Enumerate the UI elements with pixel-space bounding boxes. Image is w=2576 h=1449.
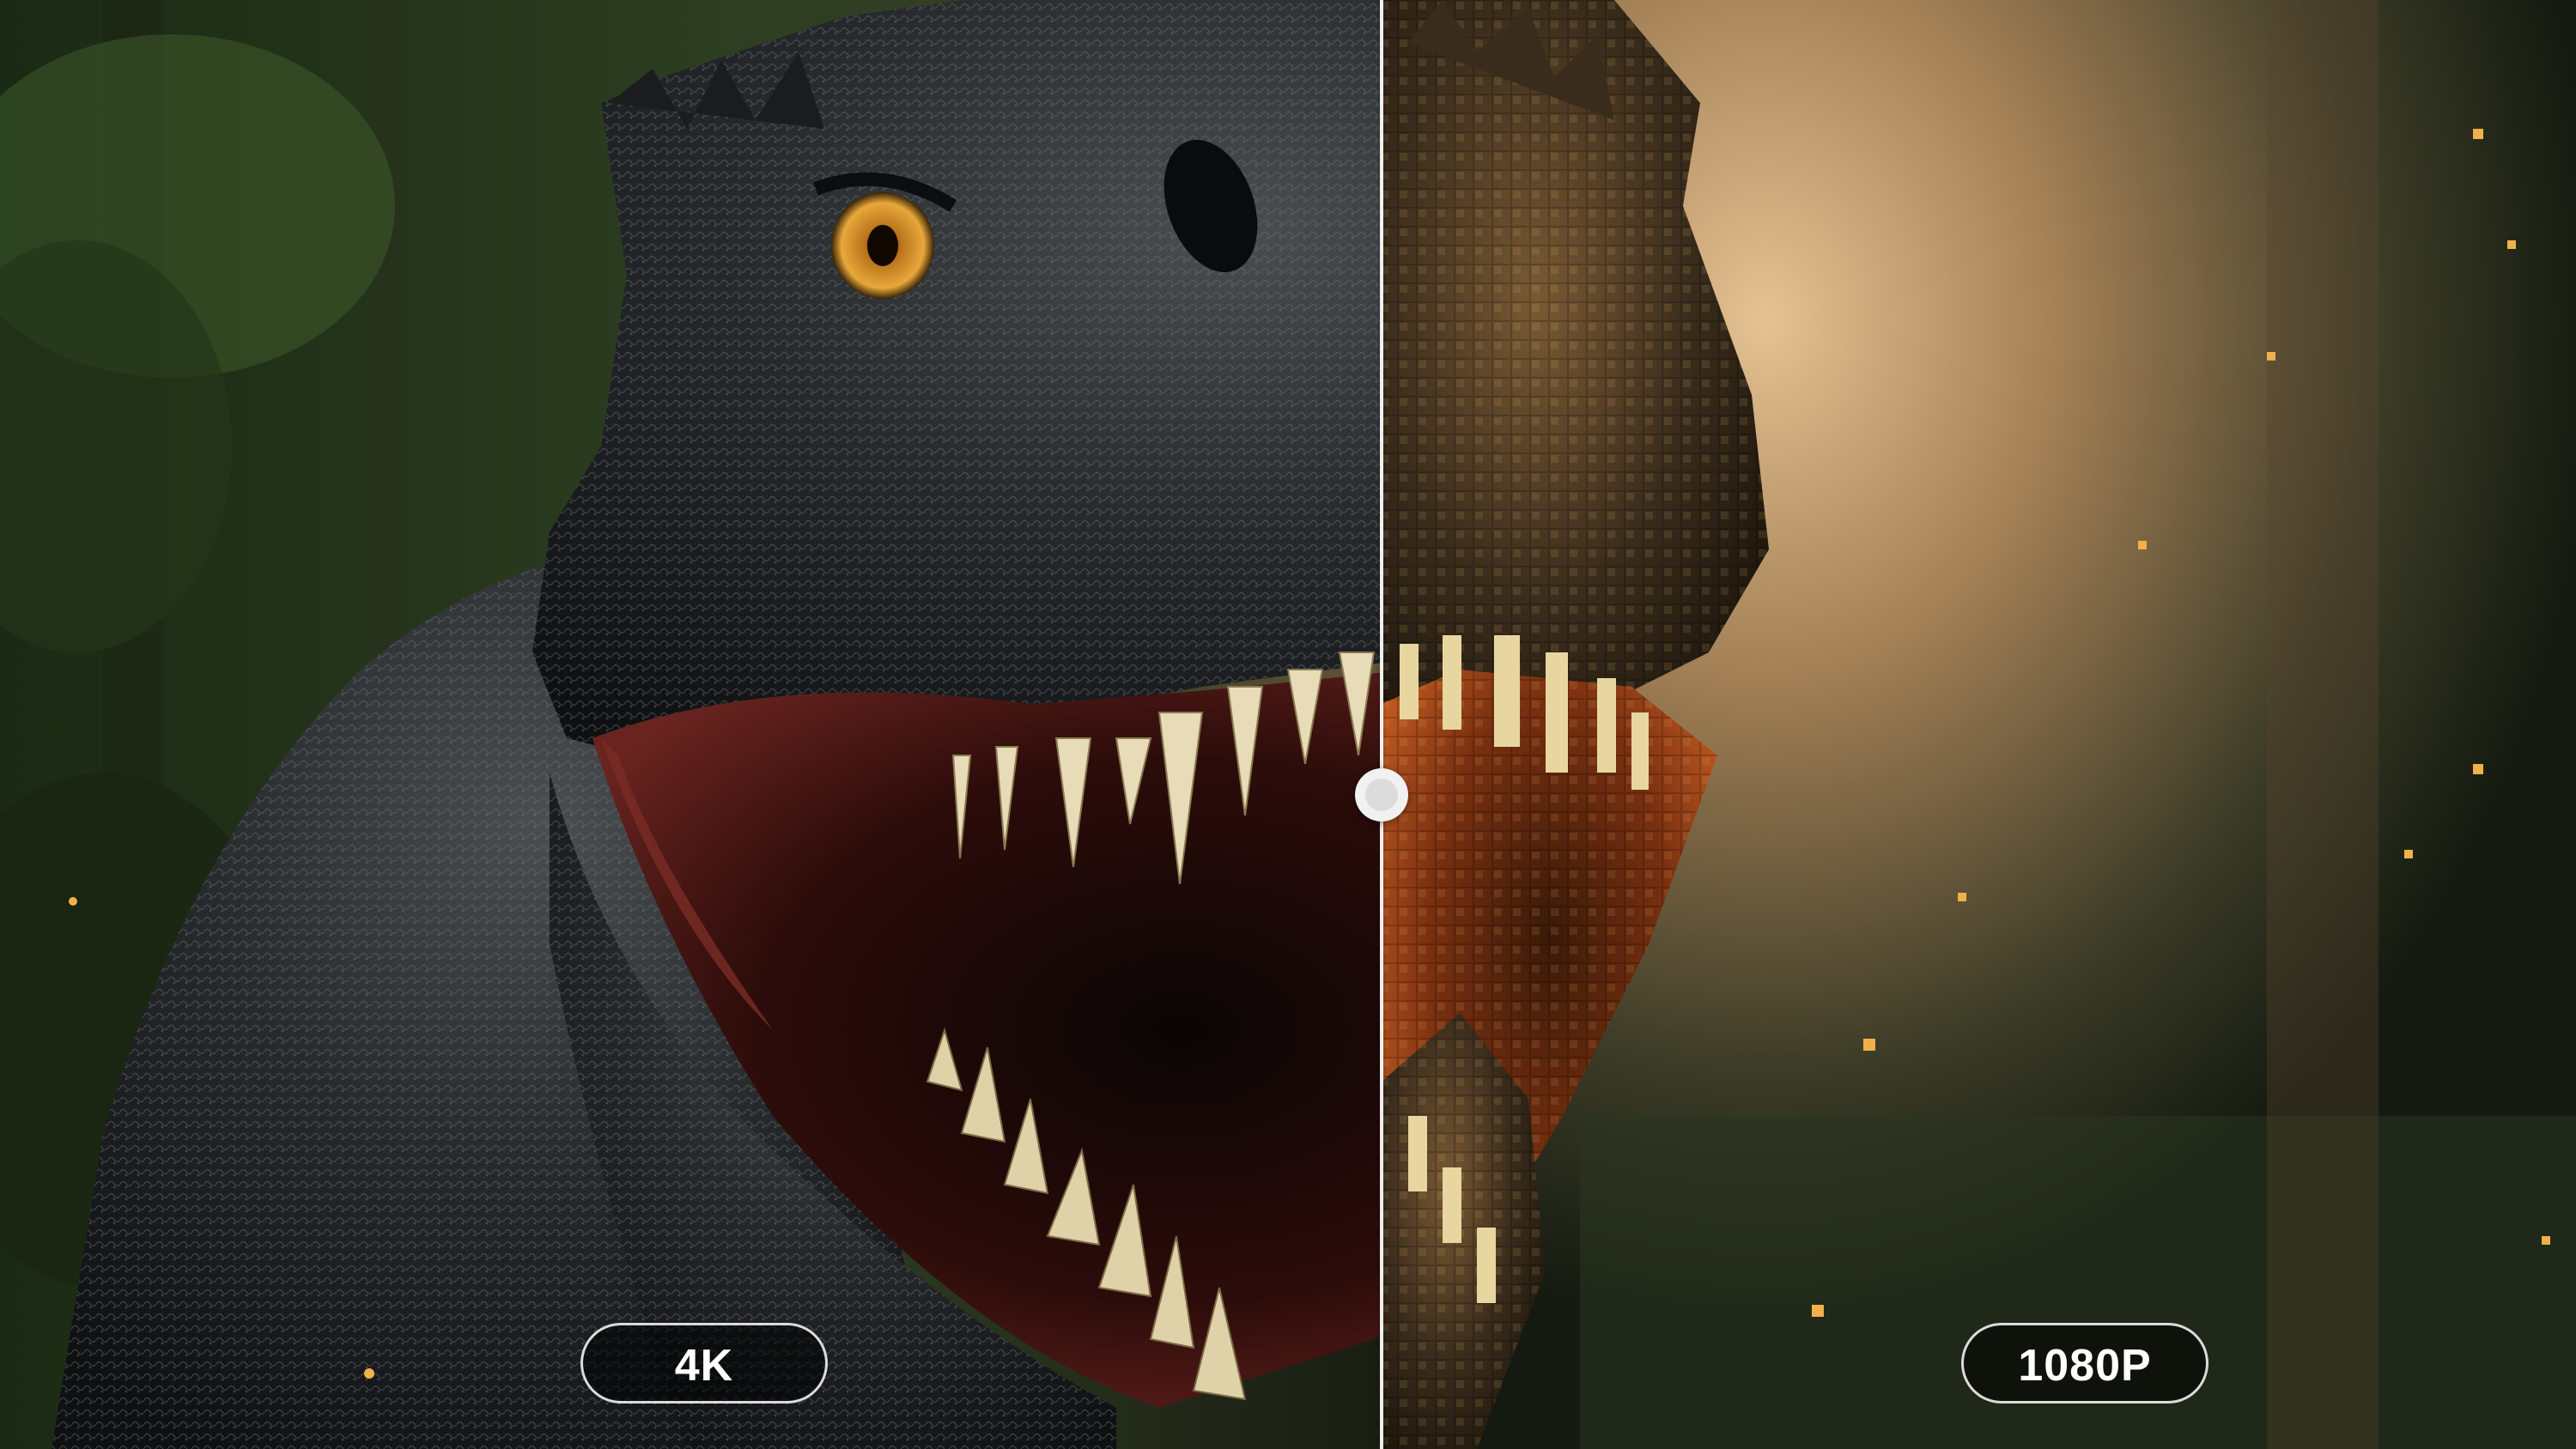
label-4k: 4K xyxy=(580,1323,828,1404)
dinosaur-scene-1080p xyxy=(1382,0,2576,1449)
divider-drag-handle[interactable] xyxy=(1355,768,1408,822)
label-1080p: 1080P xyxy=(1961,1323,2208,1404)
left-4k-image xyxy=(0,0,1382,1449)
right-1080p-image xyxy=(1382,0,2576,1449)
comparison-viewer: 4K 1080P xyxy=(0,0,2576,1449)
comparison-divider[interactable] xyxy=(1380,0,1383,1449)
dinosaur-scene-4k xyxy=(0,0,1382,1449)
